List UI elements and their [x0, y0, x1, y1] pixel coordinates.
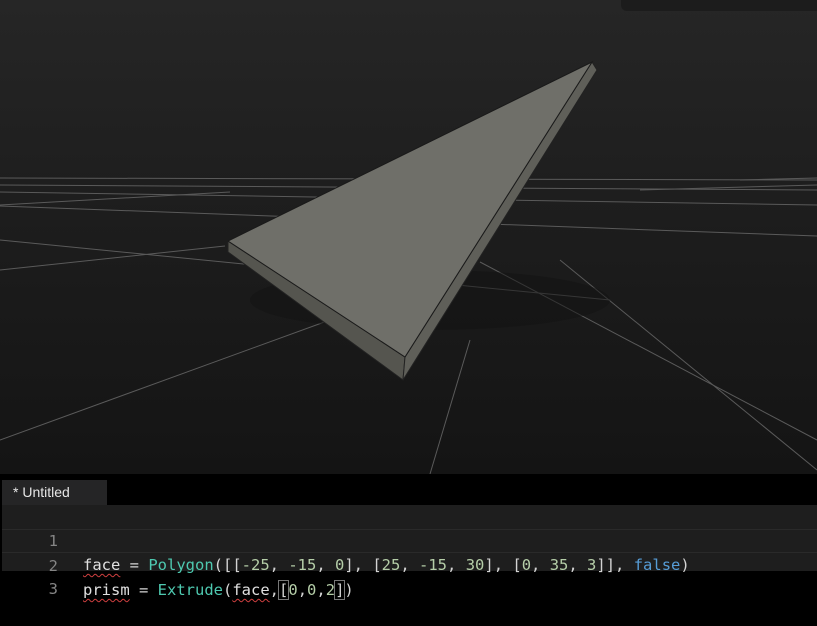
viewport-overlay-panel	[621, 0, 817, 11]
code-line[interactable]: 1 face = Polygon([[-25, -15, 0], [25, -1…	[2, 505, 817, 574]
line-number: 3	[48, 580, 58, 598]
editor-tab-bar: * Untitled	[0, 474, 817, 505]
line-code: prism = Extrude(face,[0,0,2])	[83, 580, 354, 600]
code-editor[interactable]: 1 face = Polygon([[-25, -15, 0], [25, -1…	[2, 505, 817, 600]
code-line-current[interactable]: 2 prism = Extrude(face,[0,0,2])	[2, 529, 817, 600]
code-line[interactable]: 3	[2, 553, 817, 598]
3d-viewport[interactable]	[0, 0, 817, 474]
scene	[0, 60, 817, 474]
tab-untitled[interactable]: * Untitled	[2, 480, 107, 505]
